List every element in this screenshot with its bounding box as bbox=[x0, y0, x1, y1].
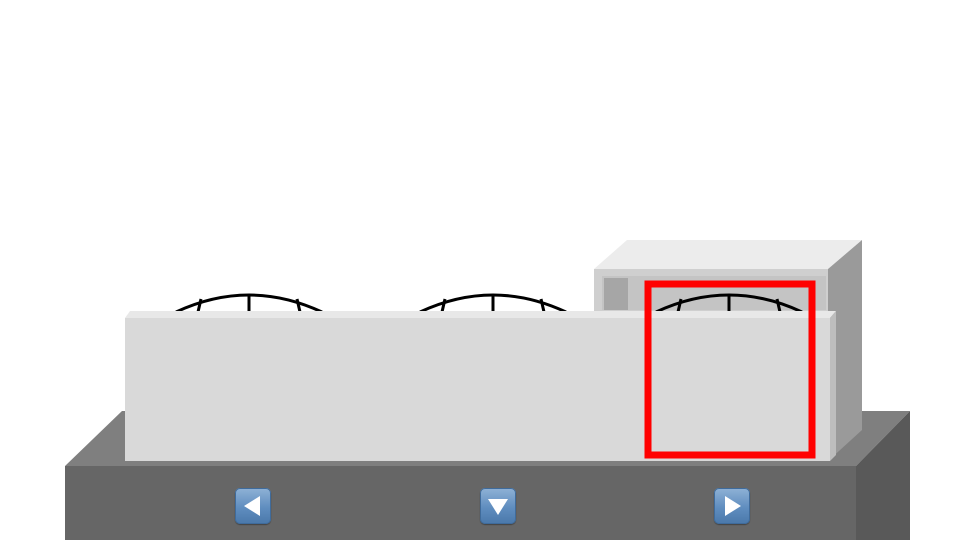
cooling-unit-scene bbox=[65, 240, 910, 540]
unit-side-edge bbox=[830, 311, 836, 461]
nav-down-button[interactable] bbox=[480, 488, 516, 524]
nav-left-button[interactable] bbox=[235, 488, 271, 524]
nav-right-button[interactable] bbox=[714, 488, 750, 524]
unit-front-face bbox=[125, 318, 830, 461]
viewer-stage bbox=[0, 0, 960, 540]
fan-left bbox=[175, 293, 323, 314]
triangle-left-icon bbox=[244, 496, 260, 516]
box-inner-vent bbox=[604, 278, 628, 310]
triangle-down-icon bbox=[488, 499, 508, 515]
unit-top-edge bbox=[125, 311, 836, 318]
fan-middle bbox=[419, 293, 567, 314]
triangle-right-icon bbox=[725, 496, 741, 516]
box-top-face bbox=[594, 240, 862, 269]
